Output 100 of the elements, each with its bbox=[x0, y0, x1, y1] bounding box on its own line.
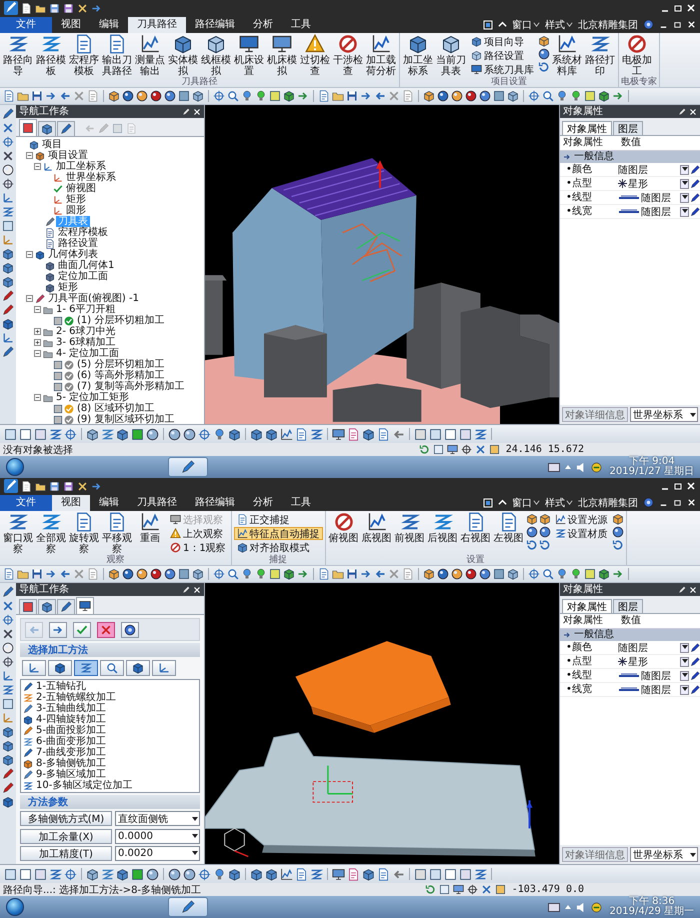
parameter-button[interactable]: 多轴侧铣方式(M) bbox=[20, 811, 112, 826]
menu-tab[interactable]: 工具 bbox=[282, 17, 320, 33]
ribbon-button[interactable]: 路径向导 bbox=[2, 34, 34, 77]
ribbon-button[interactable]: 当前刀具表 bbox=[435, 34, 467, 77]
ribbon-button[interactable]: 右视图 bbox=[460, 512, 492, 544]
parameter-field[interactable]: 0.0020 bbox=[115, 846, 200, 861]
ribbon-button[interactable]: 全部观察 bbox=[35, 512, 67, 555]
tree-item[interactable]: 2- 6球刀中光 bbox=[54, 326, 118, 337]
tree-item[interactable]: (8) 区域环切加工 bbox=[75, 403, 156, 414]
tree-item[interactable]: 矩形 bbox=[56, 282, 80, 293]
ribbon-button[interactable]: 加工坐标系 bbox=[402, 34, 434, 77]
coordinate-select[interactable]: 世界坐标系 bbox=[630, 407, 698, 422]
ribbon-button[interactable]: 旋转观察 bbox=[68, 512, 100, 555]
tree-item[interactable]: 路径设置 bbox=[56, 238, 100, 249]
file-menu-button[interactable]: 文件 bbox=[0, 495, 52, 511]
tree-item[interactable]: 4- 定位加工面 bbox=[54, 348, 122, 359]
ribbon-button[interactable]: 路径模板 bbox=[35, 34, 67, 77]
tree-item[interactable]: (9) 复制区域环切加工 bbox=[75, 414, 176, 424]
method-item[interactable]: 5-曲面投影加工 bbox=[35, 725, 107, 736]
ribbon-button[interactable]: 路径打印 bbox=[584, 34, 616, 77]
ribbon-button[interactable]: 测量点输出 bbox=[134, 34, 166, 77]
ribbon-button[interactable]: 俯视图 bbox=[328, 512, 360, 544]
parameter-button[interactable]: 加工余量(X) bbox=[20, 828, 112, 844]
tree-item[interactable]: 项目设置 bbox=[46, 150, 90, 161]
ribbon-button[interactable]: 重画 bbox=[134, 512, 166, 544]
coordinate-select[interactable]: 世界坐标系 bbox=[630, 847, 698, 862]
tree-item[interactable]: 宏程序模板 bbox=[56, 227, 110, 238]
ribbon-small-button[interactable]: 路径设置 bbox=[468, 49, 537, 62]
menu-tab[interactable]: 编辑 bbox=[90, 495, 128, 511]
ribbon-button[interactable]: 机床模拟 bbox=[266, 34, 298, 77]
tree-item[interactable]: 几何体列表 bbox=[46, 249, 100, 260]
tree-item[interactable]: (5) 分层环切粗加工 bbox=[75, 359, 166, 370]
tree-item[interactable]: 圆形 bbox=[64, 205, 88, 216]
ribbon-button[interactable]: 底视图 bbox=[360, 512, 393, 544]
panel-tab[interactable]: 对象属性 bbox=[562, 599, 612, 613]
method-item[interactable]: 8-多轴侧铣加工 bbox=[35, 758, 107, 770]
parameter-button[interactable]: 加工精度(T) bbox=[20, 846, 112, 861]
ribbon-button[interactable]: 电极加工 bbox=[621, 34, 653, 77]
ribbon-button[interactable]: 输出刀具路径 bbox=[101, 34, 133, 77]
ribbon-button[interactable]: 窗口观察 bbox=[2, 512, 34, 555]
ribbon-button[interactable]: 加工载荷分析 bbox=[365, 34, 397, 77]
menu-tab[interactable]: 刀具路径 bbox=[128, 17, 186, 33]
ribbon-small-button[interactable]: 系统刀具库 bbox=[468, 63, 537, 76]
menu-tab[interactable]: 路径编辑 bbox=[186, 17, 244, 33]
menu-tab[interactable]: 编辑 bbox=[90, 17, 128, 33]
parameter-field[interactable]: 0.0000 bbox=[115, 828, 200, 844]
tree-item[interactable]: 3- 6球精加工 bbox=[54, 337, 118, 348]
method-item[interactable]: 10-多轴区域定位加工 bbox=[35, 780, 134, 792]
ribbon-button[interactable]: 左视图 bbox=[492, 512, 525, 544]
tree-item[interactable]: (1) 分层环切粗加工 bbox=[75, 315, 166, 326]
details-button[interactable]: 对象详细信息 bbox=[562, 847, 628, 862]
parameter-field[interactable]: 直纹面侧铣 bbox=[115, 811, 200, 826]
ribbon-button[interactable]: 宏程序模板 bbox=[68, 34, 100, 77]
menu-item[interactable]: 样式 bbox=[545, 18, 565, 32]
menu-tab[interactable]: 分析 bbox=[244, 17, 282, 33]
panel-tab[interactable]: 图层 bbox=[613, 121, 643, 135]
menu-tab[interactable]: 刀具路径 bbox=[128, 495, 186, 511]
ribbon-small-button[interactable]: 1：1观察 bbox=[167, 541, 229, 554]
ribbon-small-button[interactable]: 正交捕捉 bbox=[234, 513, 323, 526]
method-item[interactable]: 7-曲线变形加工 bbox=[35, 747, 107, 758]
ribbon-button[interactable]: 过切检查 bbox=[299, 34, 331, 77]
tree-item[interactable]: 1- 6平刀开粗 bbox=[54, 304, 118, 315]
menu-item[interactable]: 窗口 bbox=[512, 18, 532, 32]
tree-item[interactable]: (6) 等高外形精加工 bbox=[75, 370, 166, 381]
ribbon-button[interactable]: 后视图 bbox=[426, 512, 459, 544]
ribbon-button[interactable]: 机床设置 bbox=[233, 34, 265, 77]
menu-tab[interactable]: 分析 bbox=[244, 495, 282, 511]
tree-item[interactable]: 5- 定位加工矩形 bbox=[54, 392, 132, 403]
ribbon-button[interactable]: 线框模拟 bbox=[200, 34, 232, 77]
method-item[interactable]: 6-曲面变形加工 bbox=[35, 736, 107, 748]
ribbon-small-button[interactable]: 上次观察 bbox=[167, 527, 229, 540]
ribbon-button[interactable]: 实体模拟 bbox=[167, 34, 199, 77]
tree-item[interactable]: 矩形 bbox=[64, 194, 88, 205]
tree-item[interactable]: (7) 复制等高外形精加工 bbox=[75, 381, 186, 392]
tree-item[interactable]: 项目 bbox=[40, 139, 64, 150]
ribbon-button[interactable]: 系统材料库 bbox=[551, 34, 583, 77]
menu-tab[interactable]: 视图 bbox=[52, 495, 90, 511]
method-item[interactable]: 1-五轴钻孔 bbox=[35, 681, 87, 692]
panel-tab[interactable]: 对象属性 bbox=[562, 121, 612, 135]
method-item[interactable]: 2-五轴铣螺纹加工 bbox=[35, 692, 117, 704]
panel-tab[interactable]: 图层 bbox=[613, 599, 643, 613]
method-item[interactable]: 4-四轴旋转加工 bbox=[35, 714, 107, 726]
menu-tab[interactable]: 视图 bbox=[52, 17, 90, 33]
tree-item[interactable]: 世界坐标系 bbox=[64, 172, 118, 183]
file-menu-button[interactable]: 文件 bbox=[0, 17, 52, 33]
ribbon-small-button[interactable]: 对齐拾取模式 bbox=[234, 541, 323, 554]
tree-item[interactable]: 曲面几何体1 bbox=[56, 260, 116, 271]
method-item[interactable]: 9-多轴区域加工 bbox=[35, 769, 107, 780]
method-item[interactable]: 3-五轴曲线加工 bbox=[35, 703, 107, 714]
menu-tab[interactable]: 工具 bbox=[282, 495, 320, 511]
menu-item[interactable]: 样式 bbox=[545, 496, 565, 510]
details-button[interactable]: 对象详细信息 bbox=[562, 407, 628, 422]
ribbon-small-button[interactable]: 设置材质 bbox=[552, 527, 611, 540]
tree-item[interactable]: 定位加工面 bbox=[56, 271, 110, 282]
ribbon-button[interactable]: 干涉检查 bbox=[332, 34, 364, 77]
ribbon-button[interactable]: 前视图 bbox=[394, 512, 426, 544]
ribbon-small-button[interactable]: 项目向导 bbox=[468, 35, 537, 48]
menu-tab[interactable]: 路径编辑 bbox=[186, 495, 244, 511]
tree-item[interactable]: 俯视图 bbox=[64, 183, 98, 194]
tree-item[interactable]: 刀具平面(俯视图) -1 bbox=[46, 293, 141, 304]
